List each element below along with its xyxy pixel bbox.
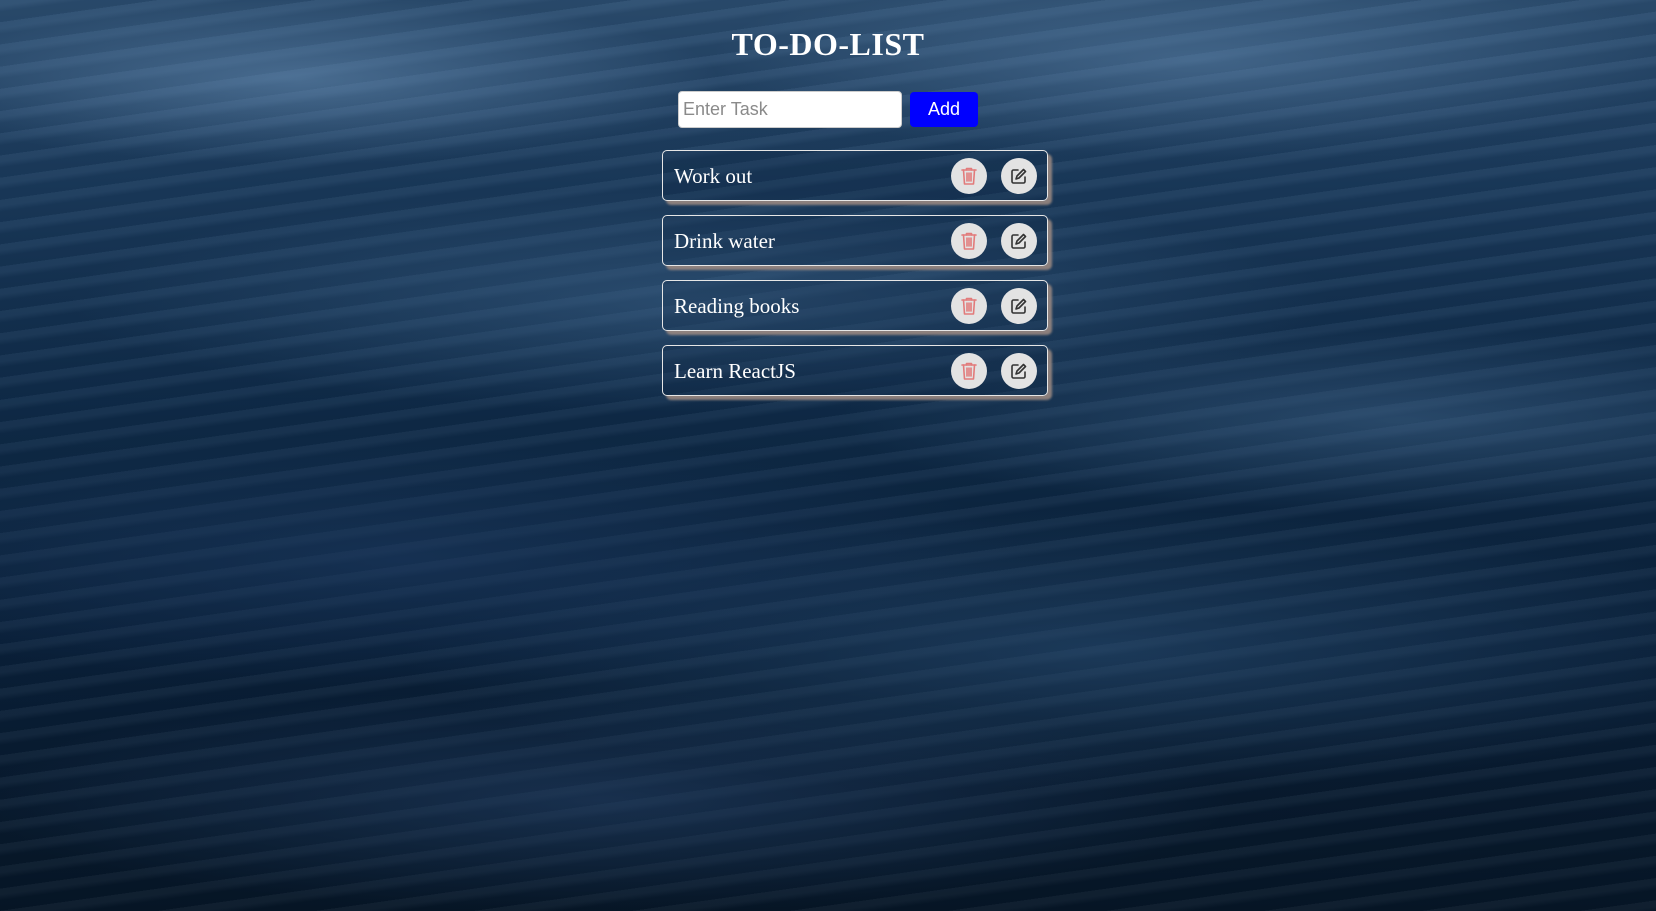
task-input[interactable]	[678, 91, 902, 128]
task-text: Learn ReactJS	[674, 359, 796, 383]
trash-icon	[961, 362, 977, 380]
task-list: Work out Drink water Reading books Learn…	[662, 150, 1048, 410]
add-button[interactable]: Add	[910, 92, 978, 127]
edit-icon	[1011, 168, 1027, 184]
task-item: Reading books	[662, 280, 1048, 331]
trash-icon	[961, 167, 977, 185]
task-text: Work out	[674, 164, 753, 188]
edit-icon	[1011, 233, 1027, 249]
edit-icon	[1011, 298, 1027, 314]
edit-button[interactable]	[1001, 158, 1037, 194]
delete-button[interactable]	[951, 353, 987, 389]
trash-icon	[961, 297, 977, 315]
delete-button[interactable]	[951, 288, 987, 324]
edit-button[interactable]	[1001, 288, 1037, 324]
task-item: Learn ReactJS	[662, 345, 1048, 396]
page-title: TO-DO-LIST	[731, 26, 925, 62]
task-item: Work out	[662, 150, 1048, 201]
task-text: Reading books	[674, 294, 800, 318]
delete-button[interactable]	[951, 158, 987, 194]
task-text: Drink water	[674, 229, 775, 253]
delete-button[interactable]	[951, 223, 987, 259]
trash-icon	[961, 232, 977, 250]
task-item: Drink water	[662, 215, 1048, 266]
edit-button[interactable]	[1001, 223, 1037, 259]
edit-icon	[1011, 363, 1027, 379]
ocean-background	[0, 0, 1656, 911]
edit-button[interactable]	[1001, 353, 1037, 389]
